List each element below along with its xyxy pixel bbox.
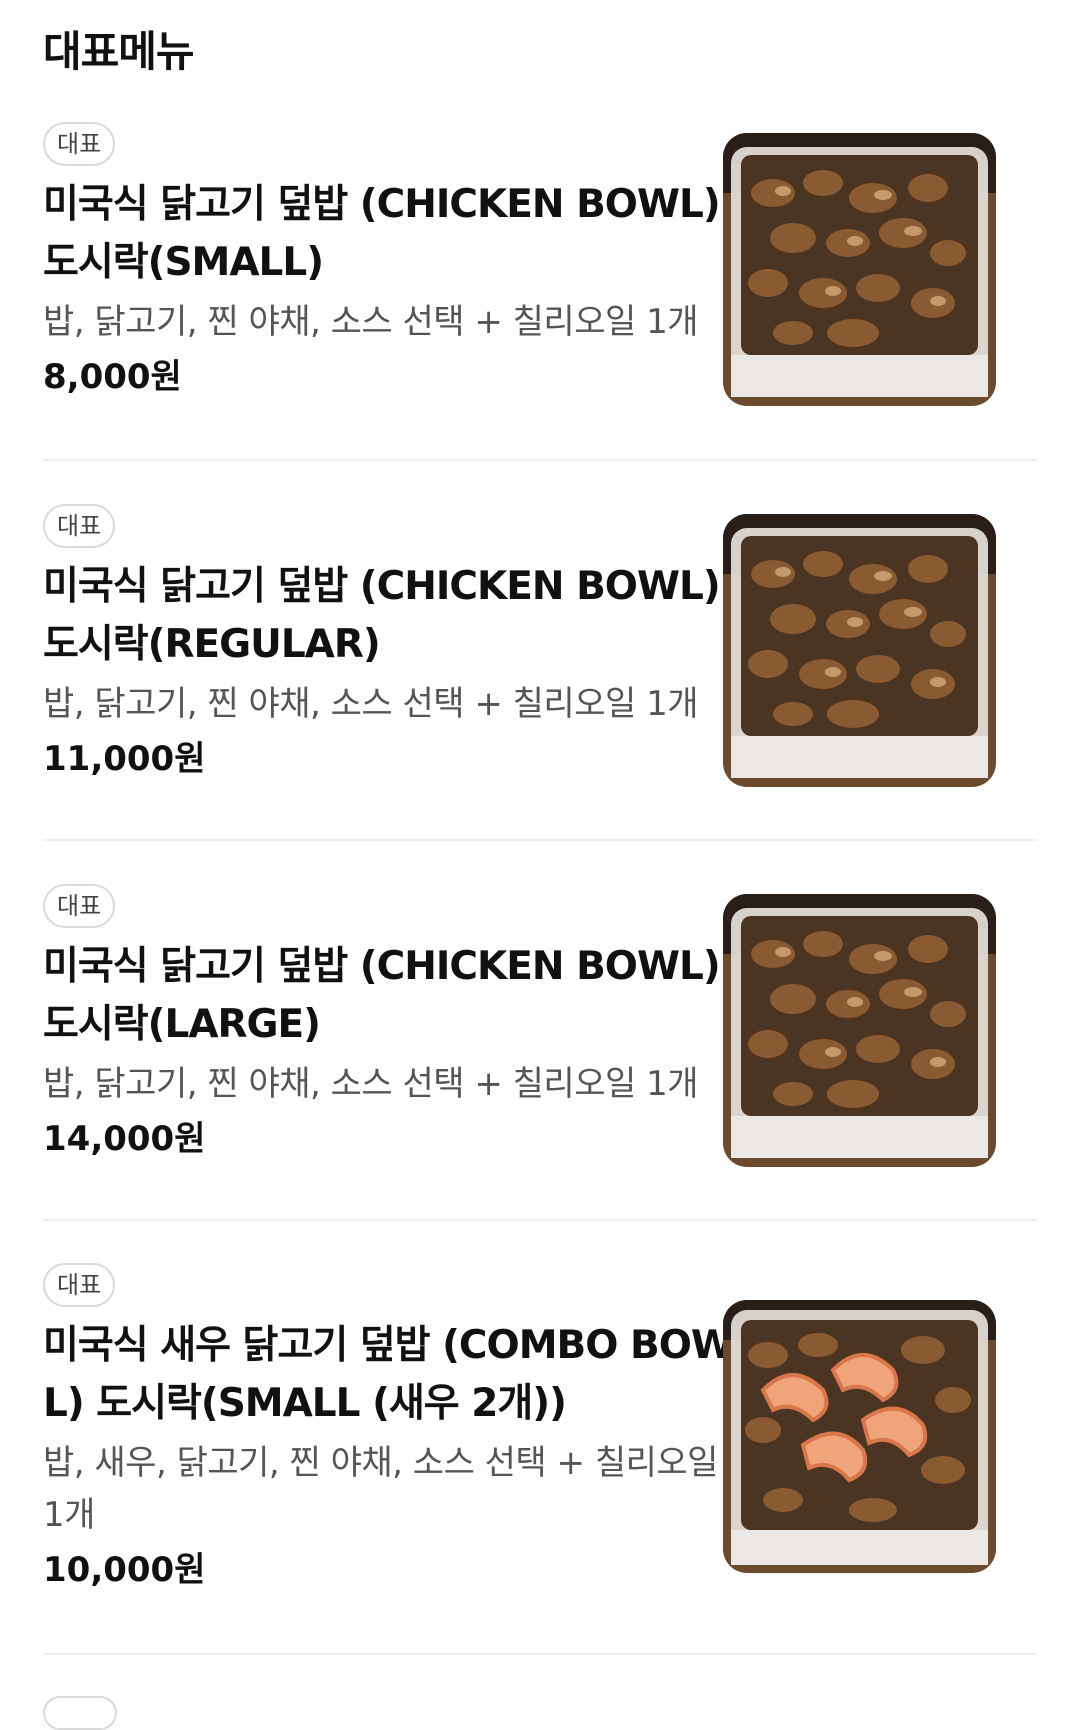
- combo-bowl-photo[interactable]: [723, 1300, 996, 1573]
- menu-item-price: 11,000원: [43, 739, 206, 779]
- chicken-bowl-photo[interactable]: [723, 514, 996, 787]
- menu-item-name[interactable]: 미국식 닭고기 덮밥 (CHICKEN BOWL) 도시락(LARGE): [43, 938, 733, 1054]
- section-title: 대표메뉴: [43, 27, 195, 76]
- menu-item-description: 밥, 닭고기, 찐 야채, 소스 선택 + 칠리오일 1개: [43, 684, 698, 724]
- menu-item-name[interactable]: 미국식 닭고기 덮밥 (CHICKEN BOWL) 도시락(REGULAR): [43, 558, 733, 674]
- menu-item-price: 10,000원: [43, 1550, 206, 1590]
- signature-badge: 대표: [43, 122, 116, 166]
- divider: [43, 839, 1037, 841]
- signature-badge: 대표: [43, 1263, 116, 1307]
- menu-item-price: 14,000원: [43, 1119, 206, 1159]
- divider: [43, 1219, 1037, 1221]
- menu-item-name[interactable]: 미국식 새우 닭고기 덮밥 (COMBO BOWL) 도시락(SMALL (새우…: [43, 1317, 734, 1433]
- menu-item-description: 밥, 닭고기, 찐 야채, 소스 선택 + 칠리오일 1개: [43, 302, 698, 342]
- menu-item-name[interactable]: 미국식 닭고기 덮밥 (CHICKEN BOWL) 도시락(SMALL): [43, 176, 733, 292]
- chicken-bowl-photo[interactable]: [723, 133, 996, 406]
- signature-badge-peek: [43, 1696, 117, 1730]
- menu-item-description: 밥, 새우, 닭고기, 찐 야채, 소스 선택 + 칠리오일 1개: [43, 1443, 718, 1535]
- divider: [43, 1653, 1037, 1655]
- signature-badge: 대표: [43, 884, 116, 928]
- menu-item-price: 8,000원: [43, 357, 182, 397]
- signature-badge: 대표: [43, 504, 116, 548]
- chicken-bowl-photo[interactable]: [723, 894, 996, 1167]
- divider: [43, 459, 1037, 461]
- menu-item-description: 밥, 닭고기, 찐 야채, 소스 선택 + 칠리오일 1개: [43, 1064, 698, 1104]
